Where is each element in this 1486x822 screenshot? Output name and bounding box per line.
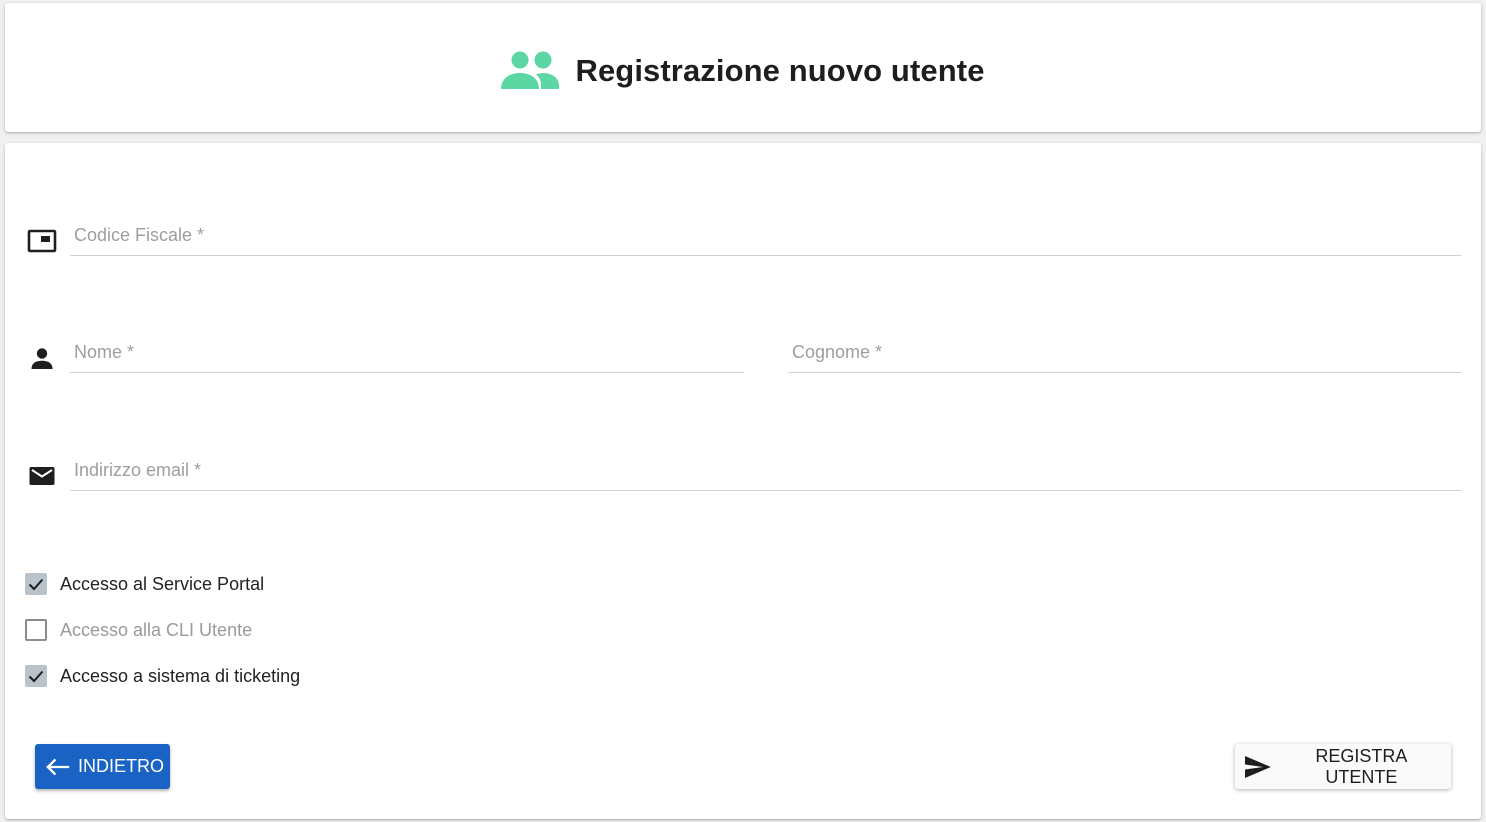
register-user-button[interactable]: REGISTRA UTENTE — [1235, 744, 1451, 789]
badge-icon — [27, 229, 57, 253]
arrow-left-icon — [46, 758, 70, 775]
checkbox-checked[interactable] — [25, 573, 47, 595]
checkbox-checked[interactable] — [25, 665, 47, 687]
cognome-input[interactable] — [788, 333, 1461, 373]
person-icon — [31, 348, 53, 369]
email-input[interactable] — [70, 451, 1461, 491]
checkbox-cli-utente[interactable]: Accesso alla CLI Utente — [25, 617, 252, 643]
checkbox-label: Accesso al Service Portal — [60, 573, 265, 594]
checkbox-service-portal[interactable]: Accesso al Service Portal — [25, 571, 264, 597]
back-button[interactable]: INDIETRO — [35, 744, 170, 789]
check-icon — [28, 670, 44, 683]
registration-form: Accesso al Service Portal Accesso alla C… — [5, 143, 1481, 819]
nome-field — [70, 329, 744, 373]
back-button-label: INDIETRO — [77, 756, 164, 776]
header-card: Registrazione nuovo utente — [5, 3, 1481, 132]
page-title: Registrazione nuovo utente — [575, 53, 985, 88]
mail-icon — [29, 467, 55, 485]
group-icon — [501, 51, 560, 89]
codice-fiscale-field — [70, 212, 1461, 256]
checkbox-label: Accesso alla CLI Utente — [60, 619, 253, 640]
email-field — [70, 447, 1461, 491]
nome-input[interactable] — [70, 333, 744, 373]
register-button-label: REGISTRA UTENTE — [1315, 745, 1408, 787]
checkbox-ticketing[interactable]: Accesso a sistema di ticketing — [25, 663, 300, 689]
send-icon — [1244, 755, 1271, 778]
checkbox-label: Accesso a sistema di ticketing — [60, 665, 301, 686]
check-icon — [28, 578, 44, 591]
cognome-field — [788, 329, 1461, 373]
checkbox-unchecked[interactable] — [25, 619, 47, 641]
codice-fiscale-input[interactable] — [70, 216, 1461, 256]
